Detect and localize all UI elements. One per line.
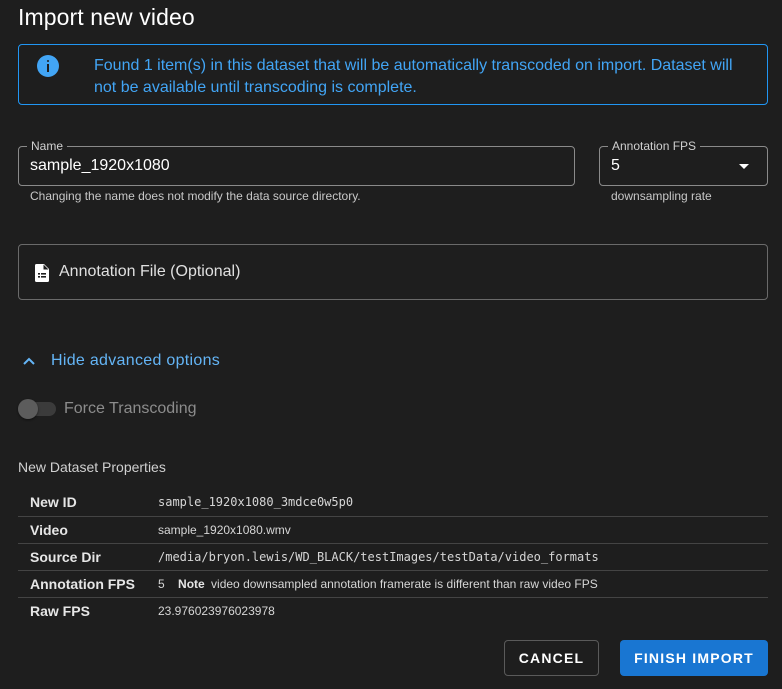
info-alert: Found 1 item(s) in this dataset that wil… — [18, 44, 768, 105]
property-key: Source Dir — [18, 543, 158, 571]
property-value-fps: 5 Note video downsampled annotation fram… — [158, 570, 768, 598]
force-transcoding-label: Force Transcoding — [64, 400, 197, 417]
property-key: Raw FPS — [30, 602, 90, 619]
note-text: video downsampled annotation framerate i… — [211, 576, 598, 591]
name-field-hint: Changing the name does not modify the da… — [30, 189, 361, 203]
advanced-options-label: Hide advanced options — [51, 352, 221, 369]
import-video-dialog: Import new video Found 1 item(s) in this… — [0, 0, 782, 689]
annotation-fps-select[interactable]: Annotation FPS 5 — [599, 139, 768, 186]
property-key: Video — [18, 516, 158, 544]
property-value: sample_1920x1080.wmv — [158, 516, 768, 544]
annotation-file-label: Annotation File (Optional) — [59, 263, 241, 280]
dialog-title: Import new video — [18, 4, 195, 30]
property-value: 5 — [158, 576, 165, 591]
switch-track[interactable] — [18, 399, 56, 419]
table-row: Video sample_1920x1080.wmv — [18, 516, 768, 544]
info-icon — [37, 55, 59, 77]
table-row: New ID sample_1920x1080_3mdce0w5p0 — [18, 489, 768, 517]
file-document-icon — [35, 264, 49, 282]
toggle-advanced-options[interactable]: Hide advanced options — [22, 352, 220, 370]
name-field-value[interactable]: sample_1920x1080 — [30, 157, 170, 175]
finish-import-button[interactable]: FINISH IMPORT — [620, 640, 768, 676]
force-transcoding-switch[interactable]: Force Transcoding — [18, 399, 197, 419]
note-label: Note — [178, 576, 205, 591]
property-key: New ID — [18, 489, 158, 517]
dropdown-caret-icon[interactable] — [739, 164, 749, 169]
chevron-up-icon — [23, 357, 35, 365]
alert-message: Found 1 item(s) in this dataset that wil… — [94, 57, 733, 96]
property-value: sample_1920x1080_3mdce0w5p0 — [158, 489, 768, 517]
fps-field-hint: downsampling rate — [611, 189, 712, 203]
table-row: Annotation FPS 5 Note video downsampled … — [18, 570, 768, 598]
property-value: 23.976023976023978 — [158, 603, 275, 618]
cancel-button[interactable]: CANCEL — [504, 640, 599, 676]
table-row: Raw FPS 23.976023976023978 — [18, 597, 768, 624]
properties-table: New ID sample_1920x1080_3mdce0w5p0 Video… — [18, 489, 768, 624]
property-value: /media/bryon.lewis/WD_BLACK/testImages/t… — [158, 543, 768, 571]
name-field[interactable]: Name sample_1920x1080 — [18, 139, 575, 186]
property-key: Annotation FPS — [18, 570, 158, 598]
annotation-file-input[interactable]: Annotation File (Optional) — [18, 244, 768, 300]
fps-field-value[interactable]: 5 — [611, 157, 620, 175]
name-field-label: Name — [27, 139, 68, 153]
fps-field-label: Annotation FPS — [608, 139, 701, 153]
table-row: Source Dir /media/bryon.lewis/WD_BLACK/t… — [18, 543, 768, 571]
properties-title: New Dataset Properties — [18, 459, 166, 475]
switch-thumb[interactable] — [18, 399, 38, 419]
